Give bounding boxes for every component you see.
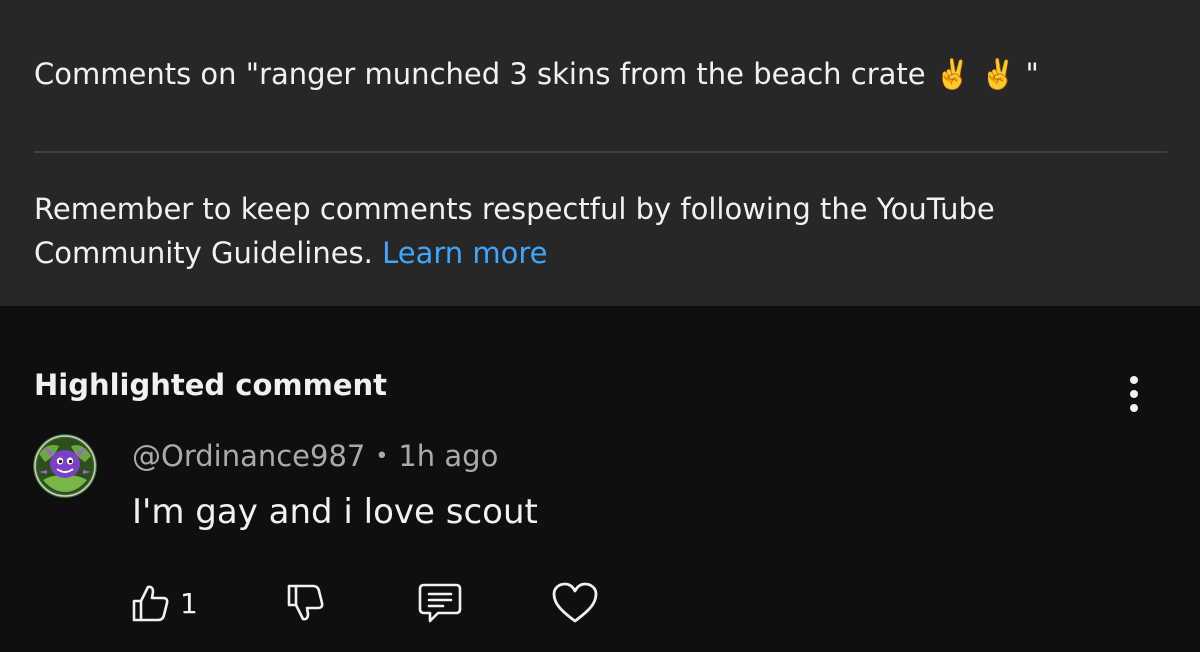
learn-more-link[interactable]: Learn more [382,236,547,270]
reply-button[interactable] [416,578,464,628]
comment-author[interactable]: @Ordinance987 [132,439,365,473]
heart-icon [552,582,598,623]
thumbs-down-icon [287,584,324,621]
comment-text: I'm gay and i love scout [132,492,538,532]
more-vertical-icon [1130,376,1138,412]
dislike-button[interactable] [283,578,327,628]
like-button[interactable]: 1 [128,578,198,628]
highlighted-comment-heading: Highlighted comment [34,368,388,402]
community-guidelines-notice: Remember to keep comments respectful by … [34,187,1154,275]
heart-button[interactable] [550,578,600,628]
thumbs-up-icon [132,585,169,622]
comments-title: Comments on "ranger munched 3 skins from… [34,57,1039,91]
meta-separator: • [375,444,389,469]
reply-icon [418,583,462,623]
more-options-button[interactable] [1112,370,1156,418]
comments-header-panel: Comments on "ranger munched 3 skins from… [0,0,1200,306]
divider [34,151,1167,153]
comment-timestamp: 1h ago [398,439,499,473]
avatar[interactable] [33,434,97,498]
like-count: 1 [180,586,198,620]
comment-meta: @Ordinance987 • 1h ago [132,434,498,482]
